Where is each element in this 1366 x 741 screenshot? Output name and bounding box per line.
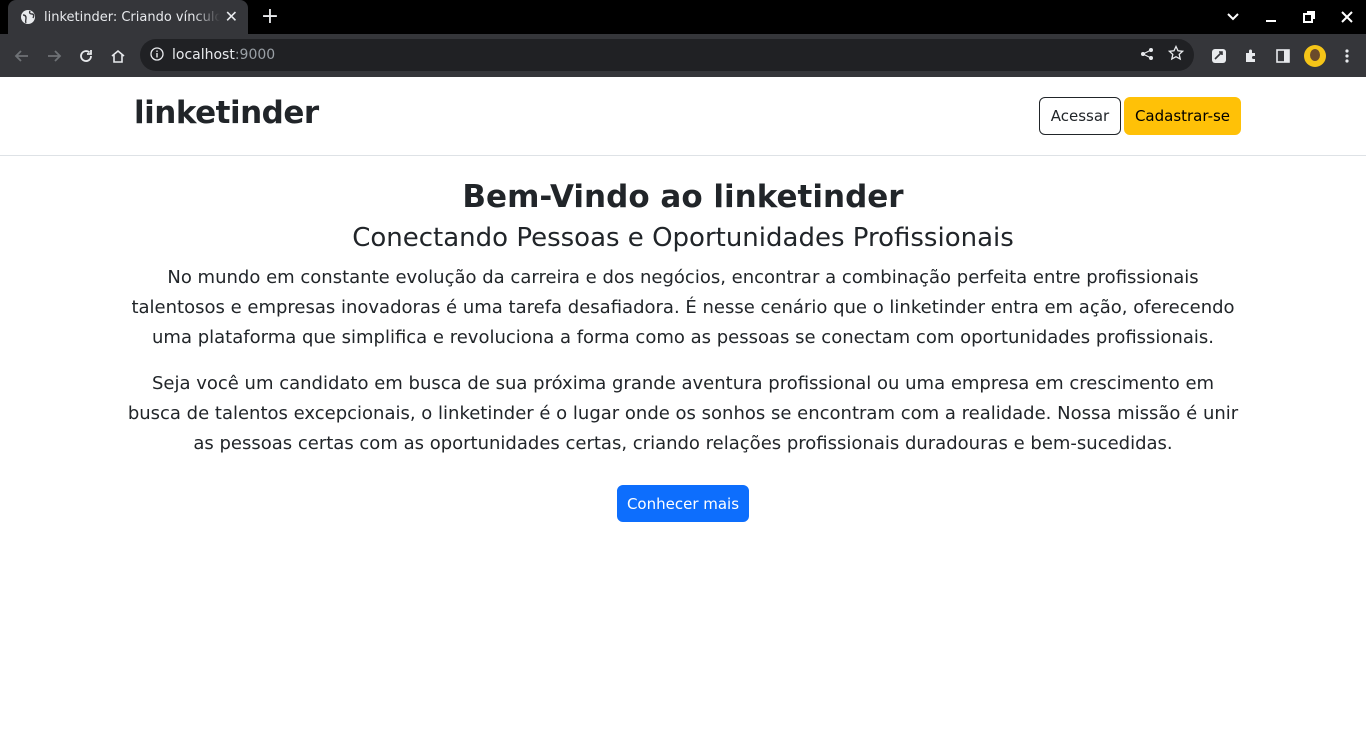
back-icon[interactable] — [6, 40, 38, 72]
url-host: localhost — [172, 47, 235, 63]
login-button[interactable]: Acessar — [1039, 97, 1121, 135]
menu-kebab-icon[interactable] — [1336, 45, 1358, 67]
info-icon[interactable] — [150, 46, 164, 65]
close-window-icon[interactable] — [1334, 11, 1360, 23]
browser-tab[interactable]: linketinder: Criando vínculos ✕ — [8, 0, 248, 34]
mission-paragraph: Seja você um candidato em busca de sua p… — [127, 373, 1239, 454]
hero-section: Bem-Vindo ao linketinder Conectando Pess… — [0, 178, 1366, 522]
reload-icon[interactable] — [70, 40, 102, 72]
page-title: Bem-Vindo ao linketinder — [462, 179, 904, 215]
tab-title: linketinder: Criando vínculos — [44, 9, 220, 25]
bookmark-star-icon[interactable] — [1167, 44, 1185, 65]
tab-search-icon[interactable] — [1220, 13, 1246, 21]
intro-paragraph: No mundo em constante evolução da carrei… — [131, 267, 1235, 348]
page-subtitle: Conectando Pessoas e Oportunidades Profi… — [352, 223, 1014, 253]
new-tab-icon[interactable]: + — [258, 5, 282, 29]
browser-tabstrip: linketinder: Criando vínculos ✕ + — [0, 0, 1366, 34]
close-tab-icon[interactable]: ✕ — [225, 9, 238, 25]
forward-icon[interactable] — [38, 40, 70, 72]
globe-icon — [20, 9, 36, 25]
browser-toolbar: localhost:9000 — [0, 34, 1366, 77]
extensions-area — [1208, 34, 1358, 77]
share-icon[interactable] — [1140, 46, 1154, 65]
address-bar[interactable]: localhost:9000 — [140, 39, 1194, 71]
minimize-icon[interactable] — [1258, 11, 1284, 23]
brand-logo[interactable]: linketinder — [134, 95, 319, 131]
url-text: localhost:9000 — [172, 47, 275, 63]
site-header: linketinder Acessar Cadastrar-se — [0, 77, 1366, 156]
profile-avatar[interactable] — [1304, 44, 1326, 67]
extension-icon[interactable] — [1208, 45, 1230, 67]
restore-icon[interactable] — [1296, 11, 1322, 23]
signup-button[interactable]: Cadastrar-se — [1124, 97, 1241, 135]
side-panel-icon[interactable] — [1272, 45, 1294, 67]
puzzle-icon[interactable] — [1240, 45, 1262, 67]
window-controls — [1214, 0, 1366, 34]
url-port: :9000 — [234, 47, 276, 63]
learn-more-button[interactable]: Conhecer mais — [617, 485, 749, 522]
home-icon[interactable] — [102, 40, 134, 72]
